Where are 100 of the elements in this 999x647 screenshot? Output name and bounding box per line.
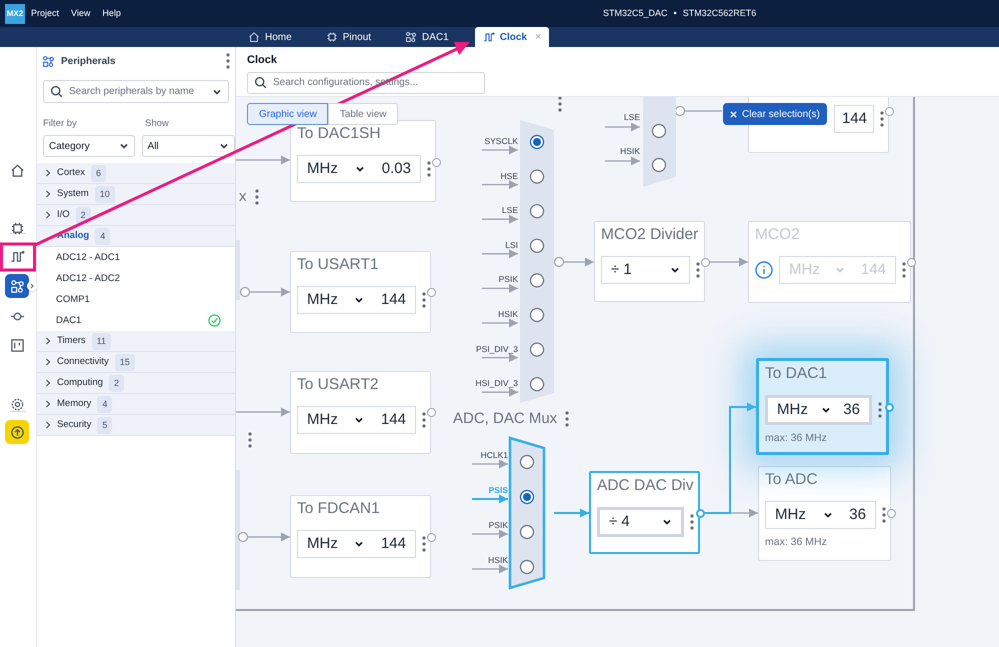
- value-dropdown[interactable]: MHz 36: [765, 395, 872, 425]
- value-dropdown[interactable]: 144: [834, 105, 874, 133]
- radio-button[interactable]: [652, 124, 666, 138]
- more-options-icon[interactable]: [878, 402, 882, 418]
- clock-node[interactable]: To USART2 MHz 144: [290, 371, 431, 454]
- radio-button[interactable]: [520, 560, 534, 574]
- sidebar-button[interactable]: [5, 274, 29, 298]
- chevron-right-icon: [45, 400, 51, 408]
- count-badge: 4: [97, 396, 112, 413]
- chevron-down-icon: [822, 510, 833, 520]
- tab[interactable]: DAC1: [397, 27, 457, 47]
- input-label: LSE: [500, 204, 518, 217]
- unit-text: MHz: [307, 290, 338, 310]
- connector-arrow: [482, 388, 518, 397]
- chevron-down-icon: [219, 141, 229, 152]
- category-row[interactable]: Computing 2: [37, 373, 235, 394]
- input-label: LSE: [622, 111, 640, 124]
- more-options-icon[interactable]: [254, 189, 258, 206]
- category-row[interactable]: System 10: [37, 184, 235, 206]
- upload-icon: [10, 424, 24, 440]
- value-dropdown[interactable]: ÷ 4: [597, 507, 684, 537]
- tab[interactable]: Home: [240, 27, 300, 47]
- more-options-icon[interactable]: [558, 97, 562, 112]
- clock-node[interactable]: To ADC MHz 36 max: 36 MHz: [758, 466, 891, 561]
- menu-item[interactable]: View: [71, 6, 90, 20]
- connector-arrow: [472, 530, 508, 538]
- tab[interactable]: Pinout: [318, 27, 380, 47]
- radio-button[interactable]: [520, 524, 534, 540]
- connector-arrow: [482, 180, 518, 190]
- dropdown[interactable]: Category: [43, 135, 135, 158]
- clock-node[interactable]: To FDCAN1 MHz 144: [290, 495, 431, 578]
- frequency-value: 144: [380, 290, 406, 310]
- category-row[interactable]: Memory 4: [37, 394, 235, 416]
- view-toggle[interactable]: Graphic view: [247, 103, 328, 125]
- clock-node[interactable]: To DAC1 MHz 36 max: 36 MHz: [756, 358, 889, 455]
- radio-button[interactable]: [652, 158, 666, 172]
- more-options-icon[interactable]: [565, 411, 570, 428]
- more-options-icon[interactable]: [880, 111, 884, 127]
- value-dropdown[interactable]: MHz 144: [297, 530, 416, 558]
- connector-port[interactable]: [554, 256, 564, 268]
- search-field[interactable]: Search peripherals by name: [43, 80, 229, 103]
- connector-arrow: [482, 353, 518, 362]
- radio-button[interactable]: [530, 377, 544, 392]
- radio-button[interactable]: [520, 490, 534, 504]
- search-icon: [254, 76, 267, 89]
- radio-button[interactable]: [530, 170, 544, 184]
- category-row[interactable]: Timers 11: [37, 331, 235, 352]
- clear-selection-button[interactable]: Clear selection(s): [723, 103, 827, 125]
- radio-button[interactable]: [530, 238, 544, 253]
- value-dropdown[interactable]: ÷ 1: [601, 256, 690, 284]
- more-options-icon[interactable]: [690, 514, 694, 530]
- more-options-icon[interactable]: [696, 262, 700, 278]
- tab[interactable]: Clock ×: [474, 27, 550, 47]
- value-dropdown[interactable]: MHz 144: [297, 286, 416, 314]
- category-row[interactable]: Connectivity 15: [37, 352, 235, 374]
- radio-button[interactable]: [530, 273, 544, 288]
- frequency-value: 144: [860, 260, 886, 280]
- node-title: To DAC1: [765, 364, 828, 384]
- clock-node[interactable]: ADC DAC Div ÷ 4: [589, 471, 700, 554]
- connector-arrow: [248, 532, 290, 542]
- more-options-icon[interactable]: [422, 292, 426, 308]
- clock-node[interactable]: MCO2 Divider ÷ 1: [594, 221, 705, 302]
- clock-node[interactable]: To USART1 MHz 144: [290, 251, 431, 333]
- dropdown[interactable]: All: [142, 135, 235, 158]
- chip-icon: [10, 220, 24, 236]
- unit-text: MHz: [789, 260, 820, 280]
- view-toggle[interactable]: Table view: [328, 103, 398, 125]
- category-row[interactable]: Security 5: [37, 415, 235, 436]
- value-dropdown[interactable]: MHz 36: [765, 501, 876, 529]
- more-options-icon[interactable]: [248, 432, 252, 448]
- radio-button[interactable]: [530, 308, 544, 322]
- clock-node[interactable]: To DAC1SH MHz 0.03: [290, 120, 436, 202]
- expand-handle-icon[interactable]: [27, 281, 37, 291]
- upload-button[interactable]: [5, 420, 29, 444]
- more-options-icon[interactable]: [422, 536, 426, 552]
- radio-button[interactable]: [520, 454, 534, 470]
- connector-port[interactable]: [238, 532, 248, 542]
- value-dropdown[interactable]: MHz 144: [297, 406, 416, 434]
- more-options-icon[interactable]: [427, 161, 431, 177]
- more-options-icon[interactable]: [422, 412, 426, 428]
- category-row[interactable]: I/O 2: [37, 205, 235, 226]
- chevron-right-icon: [45, 190, 51, 198]
- menu-item[interactable]: Help: [102, 6, 121, 20]
- connector-port[interactable]: [240, 286, 250, 298]
- connector-arrow: [236, 156, 290, 164]
- chevron-right-icon: [45, 169, 51, 178]
- more-options-icon[interactable]: [226, 53, 230, 69]
- connector-arrow: [472, 460, 508, 468]
- node-title: To FDCAN1: [297, 499, 381, 519]
- divider-value: ÷ 1: [611, 260, 632, 280]
- frequency-value: 144: [380, 534, 406, 554]
- value-dropdown[interactable]: MHz 0.03: [297, 155, 421, 183]
- more-options-icon[interactable]: [882, 507, 886, 523]
- radio-button[interactable]: [530, 342, 544, 357]
- menu-item[interactable]: Project: [31, 6, 60, 20]
- radio-button[interactable]: [530, 204, 544, 218]
- category-row[interactable]: Cortex 6: [37, 163, 235, 184]
- radio-button[interactable]: [530, 134, 544, 150]
- mux-title: ADC, DAC Mux: [453, 409, 558, 429]
- home-icon: [10, 162, 24, 178]
